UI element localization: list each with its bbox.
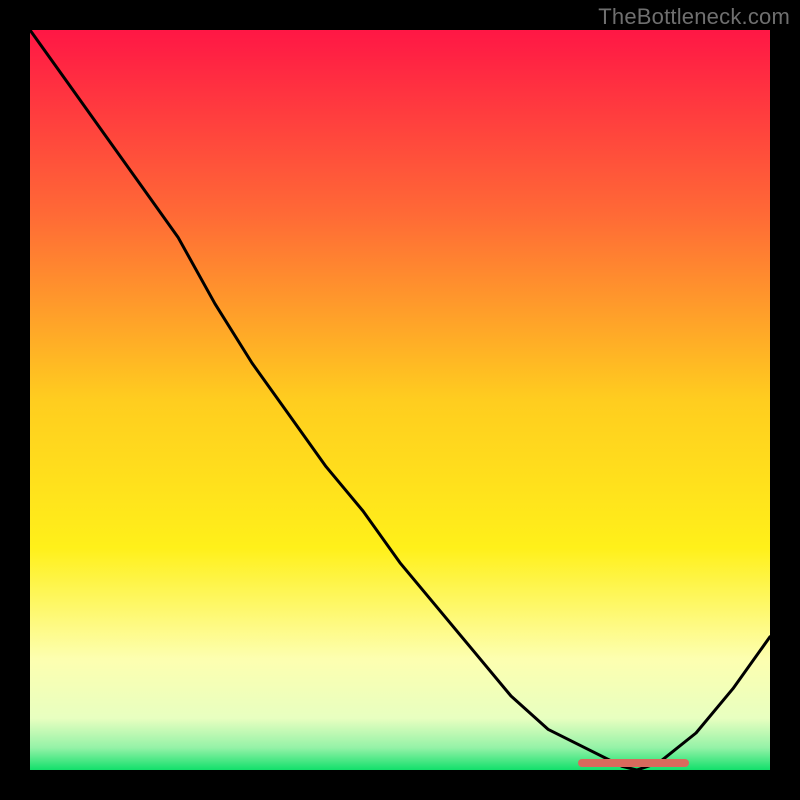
optimum-marker <box>578 759 689 767</box>
plot-area <box>30 30 770 770</box>
chart-stage: TheBottleneck.com <box>0 0 800 800</box>
attribution-label: TheBottleneck.com <box>598 4 790 30</box>
bottleneck-curve <box>30 30 770 770</box>
